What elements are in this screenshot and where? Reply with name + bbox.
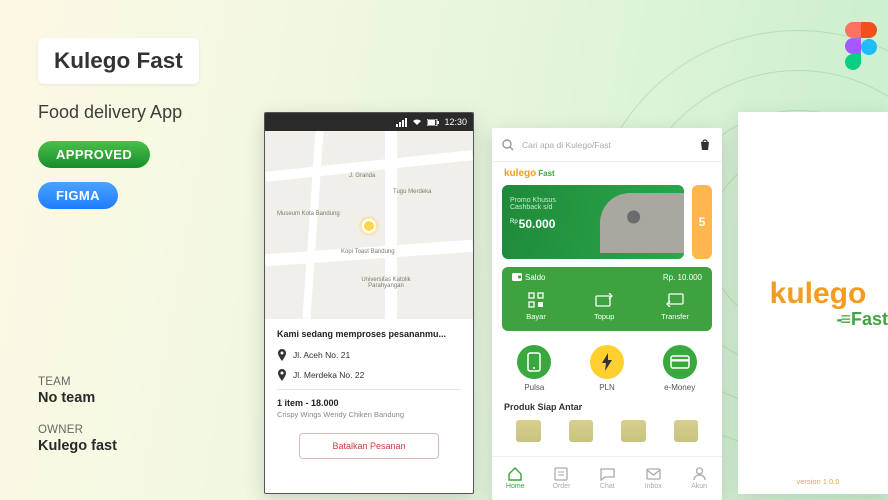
brand-kulego: kulego [504, 168, 536, 179]
dropoff-address: Jl. Merdeka No. 22 [277, 369, 461, 381]
phone-mockup-home: Cari apa di Kulego/Fast kulegoFast Promo… [492, 128, 722, 500]
service-label: PLN [599, 383, 615, 392]
pickup-address-text: Jl. Aceh No. 21 [293, 350, 350, 360]
status-bar: 12:30 [265, 113, 473, 131]
map-poi: Museum Kota Bandung [277, 211, 340, 217]
map-poi: Universitas Katolik Parahyangan [351, 277, 421, 289]
figma-badge[interactable]: FIGMA [38, 182, 118, 209]
promo-card-secondary[interactable]: 5 [692, 185, 712, 259]
bolt-icon [600, 352, 614, 372]
tab-account[interactable]: Akun [690, 467, 708, 490]
product-row [492, 416, 722, 446]
tab-chat[interactable]: Chat [598, 467, 616, 490]
wallet-balance: Rp. 10.000 [663, 273, 702, 282]
list-icon [554, 467, 568, 481]
status-time: 12:30 [444, 117, 467, 127]
service-emoney[interactable]: e-Money [663, 345, 697, 392]
wallet-action-pay[interactable]: Bayar [525, 292, 547, 321]
promo-card[interactable]: Promo KhususCashback s/d Rp50.000 [502, 185, 684, 259]
tab-label: Chat [600, 483, 615, 490]
service-pulsa[interactable]: Pulsa [517, 345, 551, 392]
project-title-card: Kulego Fast [38, 38, 199, 84]
map-poi: Tugu Merdeka [393, 189, 431, 195]
owner-value: Kulego fast [38, 438, 117, 454]
chat-icon [600, 467, 615, 481]
brand-line: kulegoFast [492, 162, 722, 179]
bag-icon[interactable] [698, 138, 712, 152]
tab-order[interactable]: Order [552, 467, 570, 490]
dropoff-address-text: Jl. Merdeka No. 22 [293, 370, 364, 380]
search-placeholder: Cari apa di Kulego/Fast [522, 140, 690, 150]
product-thumbnail[interactable] [674, 420, 699, 442]
order-summary: 1 item - 18.000 [277, 398, 461, 408]
signal-icon [396, 118, 407, 127]
delivery-map[interactable]: J. Granda Tugu Merdeka Museum Kota Bandu… [265, 131, 473, 319]
topup-icon [595, 293, 613, 307]
divider [277, 389, 461, 390]
home-icon [507, 467, 523, 481]
promo-line: Promo KhususCashback s/d [510, 197, 556, 211]
wifi-icon [412, 118, 422, 126]
processing-text: Kami sedang memproses pesananmu... [277, 329, 461, 339]
promo-amount: Rp50.000 [510, 217, 555, 231]
team-label: TEAM [38, 376, 117, 388]
tab-label: Akun [691, 483, 707, 490]
phone-mockup-tracking: 12:30 J. Granda Tugu Merdeka Museum Kota… [264, 112, 474, 494]
splash-version: version 1.0.0 [797, 477, 840, 486]
splash-brand: kulego [770, 277, 867, 311]
order-summary-detail: Crispy Wings Wendy Chiken Bandung [277, 410, 461, 419]
location-icon [277, 349, 287, 361]
map-pin-icon [362, 219, 376, 233]
product-thumbnail[interactable] [621, 420, 646, 442]
phone-mockup-splash: kulego -≡Fast version 1.0.0 [738, 112, 888, 494]
pickup-address: Jl. Aceh No. 21 [277, 349, 461, 361]
wallet-action-label: Transfer [661, 312, 689, 321]
search-bar[interactable]: Cari apa di Kulego/Fast [492, 128, 722, 162]
team-value: No team [38, 390, 117, 406]
inbox-icon [646, 468, 661, 480]
qr-icon [528, 292, 544, 308]
figma-logo-icon [844, 22, 878, 77]
tab-label: Home [506, 483, 525, 490]
service-label: Pulsa [524, 383, 544, 392]
tab-inbox[interactable]: Inbox [644, 467, 662, 490]
owner-label: OWNER [38, 424, 117, 436]
approved-badge: APPROVED [38, 141, 150, 168]
wallet-action-topup[interactable]: Topup [593, 292, 615, 321]
splash-fast: -≡Fast [836, 309, 888, 330]
wallet-action-label: Topup [594, 312, 614, 321]
user-icon [693, 467, 706, 481]
wallet-label: Saldo [512, 273, 545, 282]
product-thumbnail[interactable] [516, 420, 541, 442]
card-icon [670, 355, 690, 369]
brand-fast: Fast [538, 169, 554, 178]
wallet-card: Saldo Rp. 10.000 Bayar Topup Transfer [502, 267, 712, 331]
tab-bar: Home Order Chat Inbox Akun [492, 456, 722, 500]
project-subtitle: Food delivery App [38, 102, 258, 123]
wallet-icon [512, 273, 522, 281]
transfer-icon [666, 293, 684, 307]
phone-icon [527, 352, 541, 372]
wallet-action-label: Bayar [526, 312, 546, 321]
promo-image [600, 193, 684, 253]
section-title: Produk Siap Antar [492, 398, 722, 416]
tab-home[interactable]: Home [506, 467, 525, 490]
search-icon [502, 139, 514, 151]
wallet-action-transfer[interactable]: Transfer [661, 292, 689, 321]
battery-icon [427, 119, 439, 126]
location-icon [277, 369, 287, 381]
service-pln[interactable]: PLN [590, 345, 624, 392]
map-poi: Kopi Toast Bandung [341, 249, 395, 255]
map-poi: J. Granda [349, 173, 375, 179]
service-label: e-Money [664, 383, 695, 392]
tab-label: Order [553, 483, 571, 490]
cancel-order-button[interactable]: Batalkan Pesanan [299, 433, 439, 459]
project-title: Kulego Fast [54, 48, 183, 73]
product-thumbnail[interactable] [569, 420, 594, 442]
tab-label: Inbox [645, 483, 662, 490]
